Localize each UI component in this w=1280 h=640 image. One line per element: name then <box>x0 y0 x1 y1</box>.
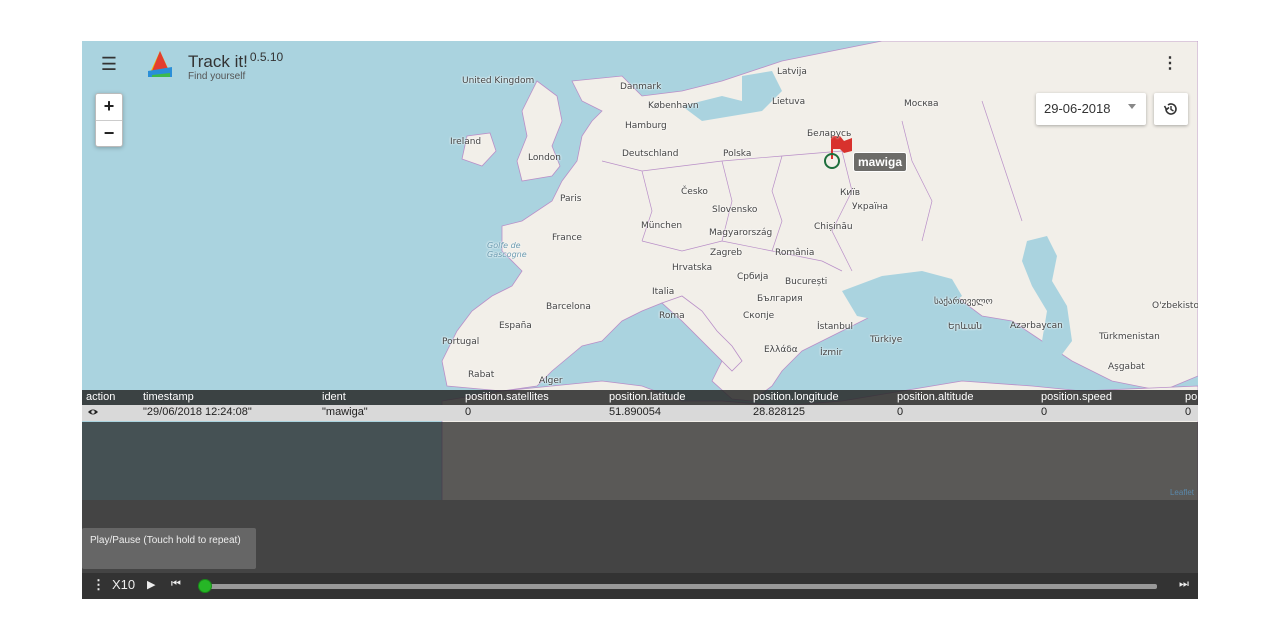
column-header[interactable]: ident <box>322 391 346 403</box>
map-label: Ireland <box>450 137 482 147</box>
column-header[interactable]: timestamp <box>143 391 194 403</box>
table-cell: 28.828125 <box>753 406 805 418</box>
map-label: Москва <box>904 99 939 109</box>
map-label: Türkiye <box>870 335 903 345</box>
table-cell: 0 <box>897 406 904 418</box>
more-vert-icon[interactable]: ⋮ <box>1160 53 1180 75</box>
sail-logo-icon <box>148 51 172 77</box>
map-label: Chișinău <box>814 222 853 232</box>
eye-icon[interactable] <box>87 406 99 421</box>
progress-thumb[interactable] <box>198 579 212 593</box>
map-label: Rabat <box>468 370 495 380</box>
zoom-in-button[interactable]: + <box>96 94 122 121</box>
map-label: Slovensko <box>712 205 758 215</box>
map-label: Երևան <box>948 322 983 332</box>
table-cell: 0 <box>1185 406 1192 418</box>
map-label: İstanbul <box>817 322 854 332</box>
map-label: Hamburg <box>625 121 667 131</box>
map-label: Deutschland <box>622 149 679 159</box>
column-header[interactable]: position.altitude <box>897 391 973 403</box>
map-label: Türkmenistan <box>1099 332 1160 342</box>
map-label-sea: Golfe de Gascogne <box>487 241 527 259</box>
map-label: München <box>641 221 683 231</box>
map-label: Hrvatska <box>672 263 713 273</box>
speed-button[interactable]: X10 <box>112 577 135 592</box>
table-cell: 0 <box>465 406 472 418</box>
map-label: Alger <box>539 376 563 386</box>
more-vert-icon[interactable]: ⋮ <box>92 577 105 593</box>
app-root: United Kingdom Danmark København Latvija… <box>82 41 1198 599</box>
map-label: България <box>757 294 803 304</box>
map-label: Azərbaycan <box>1010 321 1063 331</box>
table-cell: "mawiga" <box>322 406 368 418</box>
map-label: London <box>528 153 561 163</box>
zoom-control: + − <box>95 93 123 147</box>
map-label: Italia <box>652 287 675 297</box>
map-label: Portugal <box>442 337 480 347</box>
map-label: România <box>775 248 815 258</box>
map-label: France <box>552 233 582 243</box>
menu-icon[interactable]: ☰ <box>94 51 124 77</box>
map-label: København <box>648 101 699 111</box>
column-header[interactable]: position.satellites <box>465 391 549 403</box>
column-header[interactable]: po <box>1185 391 1197 403</box>
map-label: España <box>499 321 532 331</box>
map-label: Србија <box>737 272 769 282</box>
map-label: Київ <box>840 188 861 198</box>
map-label: İzmir <box>820 348 843 358</box>
app-title: Track it! 0.5.10 <box>188 50 284 72</box>
map-label: Скопје <box>743 311 775 321</box>
history-button[interactable] <box>1154 93 1188 125</box>
app-subtitle: Find yourself <box>188 71 246 82</box>
map-label: Україна <box>852 202 889 212</box>
map-label: București <box>785 277 828 287</box>
app-version: 0.5.10 <box>249 50 284 64</box>
column-header[interactable]: position.latitude <box>609 391 685 403</box>
progress-track[interactable] <box>203 584 1157 589</box>
date-select-value: 29-06-2018 <box>1044 101 1111 116</box>
map-label: Magyarország <box>709 228 773 238</box>
table-cell: 51.890054 <box>609 406 661 418</box>
column-header[interactable]: position.speed <box>1041 391 1112 403</box>
tooltip: Play/Pause (Touch hold to repeat) <box>82 528 256 569</box>
table-row[interactable]: "29/06/2018 12:24:08" "mawiga" 0 51.8900… <box>82 405 1198 421</box>
map-label: Roma <box>659 311 685 321</box>
column-header[interactable]: action <box>86 391 115 403</box>
play-icon[interactable]: ▶ <box>147 578 155 591</box>
map-label: Ελλάδα <box>764 345 798 355</box>
column-header[interactable]: position.longitude <box>753 391 839 403</box>
map-label: O'zbekiston <box>1152 301 1198 311</box>
map-label: Lietuva <box>772 97 806 107</box>
history-icon <box>1163 103 1177 115</box>
zoom-out-button[interactable]: − <box>96 121 122 147</box>
map-label: Zagreb <box>710 248 743 258</box>
map-label: Barcelona <box>546 302 591 312</box>
table-cell: 0 <box>1041 406 1048 418</box>
map-label: Aşgabat <box>1108 362 1145 372</box>
map-label: საქართველო <box>934 297 993 307</box>
player-panel: Play/Pause (Touch hold to repeat) ⋮ X10 … <box>82 500 1198 599</box>
map-label: Česko <box>681 187 708 197</box>
map-label: Paris <box>560 194 582 204</box>
map-label: Polska <box>723 149 752 159</box>
table-cell: "29/06/2018 12:24:08" <box>143 406 252 418</box>
marker-label[interactable]: mawiga <box>853 152 908 172</box>
leaflet-attribution[interactable]: Leaflet <box>1170 488 1194 497</box>
table-header: action timestamp ident position.satellit… <box>82 390 1198 405</box>
app-header: ☰ Track it! 0.5.10 Find yourself ⋮ <box>82 41 1198 93</box>
chevron-down-icon <box>1128 104 1136 109</box>
date-select[interactable]: 29-06-2018 <box>1036 93 1146 125</box>
data-table: action timestamp ident position.satellit… <box>82 390 1198 421</box>
app-title-text: Track it! <box>188 52 248 71</box>
skip-next-icon[interactable]: ⏭ <box>1179 578 1189 591</box>
playback-controls: ⋮ X10 ▶ ⏮ ⏭ <box>82 573 1198 599</box>
skip-previous-icon[interactable]: ⏮ <box>171 578 181 591</box>
map-dim-overlay <box>82 422 1198 500</box>
map-label: Беларусь <box>807 129 852 139</box>
